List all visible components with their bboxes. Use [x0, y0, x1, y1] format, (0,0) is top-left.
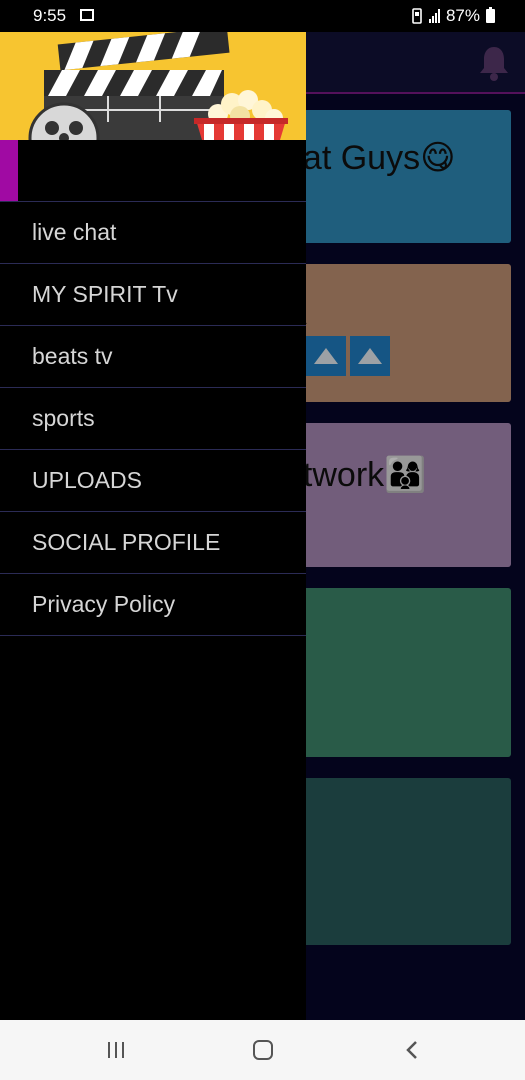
drawer-menu: live chat MY SPIRIT Tv beats tv sports U… [0, 202, 306, 636]
data-saver-icon [412, 8, 422, 24]
battery-percent: 87% [445, 6, 480, 25]
menu-item-label: sports [32, 405, 95, 431]
menu-item-privacy-policy[interactable]: Privacy Policy [0, 574, 306, 636]
menu-item-beats-tv[interactable]: beats tv [0, 326, 306, 388]
drawer-accent-bar [0, 140, 18, 202]
recent-apps-icon[interactable] [108, 1042, 124, 1058]
menu-item-label: UPLOADS [32, 467, 142, 493]
menu-item-social-profile[interactable]: SOCIAL PROFILE [0, 512, 306, 574]
menu-item-sports[interactable]: sports [0, 388, 306, 450]
menu-item-label: live chat [32, 219, 117, 245]
battery-icon [486, 7, 495, 23]
menu-item-label: MY SPIRIT Tv [32, 281, 178, 307]
status-time: 9:55 [33, 6, 67, 25]
menu-item-label: SOCIAL PROFILE [32, 529, 221, 555]
status-right: 87% [411, 6, 495, 26]
signal-icon [428, 9, 440, 23]
menu-item-my-spirit-tv[interactable]: MY SPIRIT Tv [0, 264, 306, 326]
menu-item-uploads[interactable]: UPLOADS [0, 450, 306, 512]
menu-item-label: beats tv [32, 343, 113, 369]
status-bar: 9:55 87% [0, 0, 525, 32]
menu-item-live-chat[interactable]: live chat [0, 202, 306, 264]
menu-item-label: Privacy Policy [32, 591, 176, 617]
gallery-icon [80, 9, 94, 21]
clapperboard-icon [28, 32, 288, 140]
home-icon[interactable] [253, 1040, 273, 1060]
system-nav-bar [0, 1020, 525, 1080]
drawer-banner [0, 32, 306, 140]
navigation-drawer: live chat MY SPIRIT Tv beats tv sports U… [0, 32, 306, 1020]
back-icon[interactable] [402, 1039, 424, 1061]
